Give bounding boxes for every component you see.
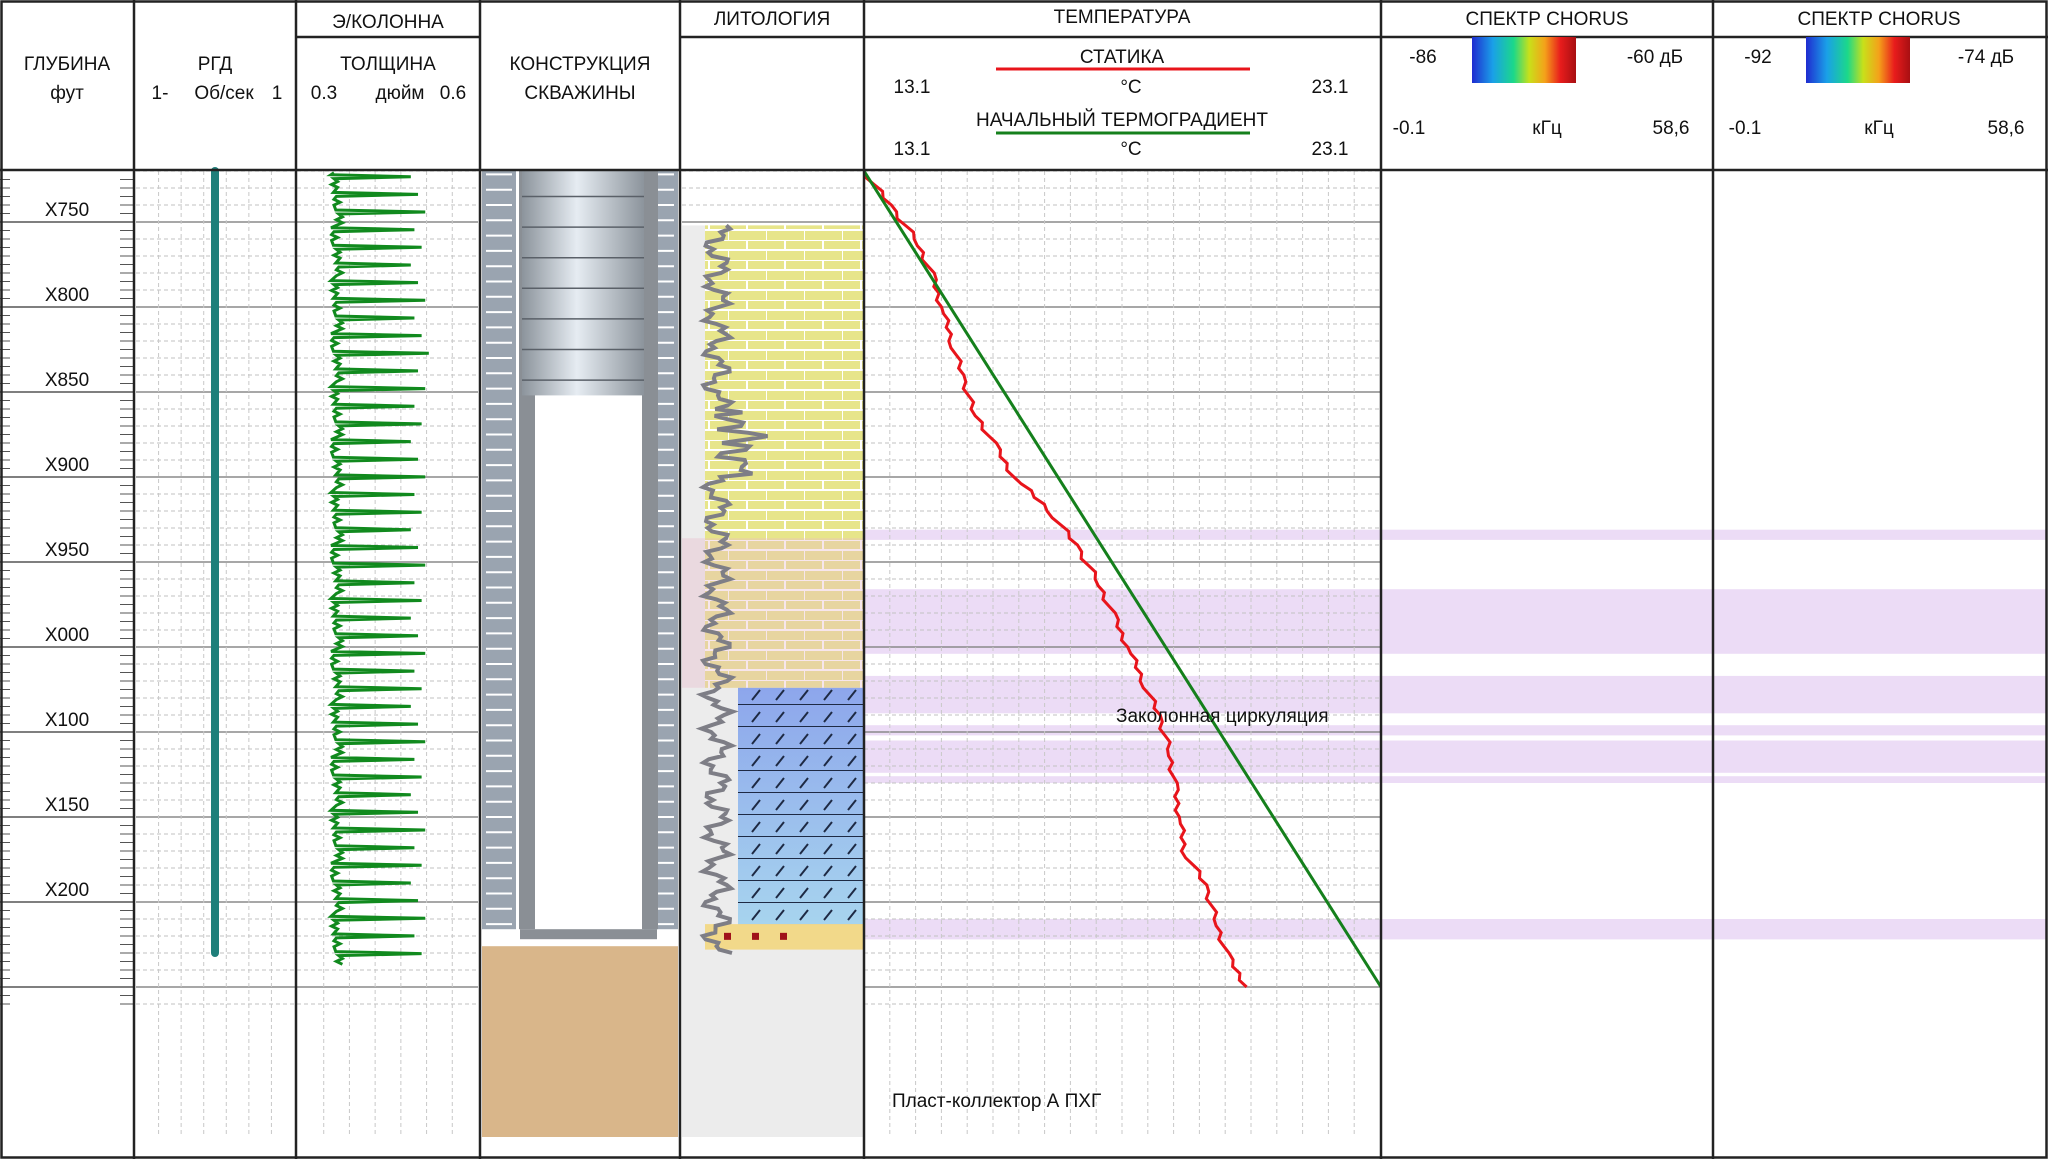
depth-label: X100 (45, 710, 89, 731)
casing-shoe (520, 929, 657, 940)
depth-title: ГЛУБИНА (24, 54, 111, 75)
chorus2-db-max: -74 дБ (1958, 47, 2014, 68)
chorus1-color-scale (1472, 37, 1576, 83)
chorus2-freq-unit: кГц (1864, 118, 1894, 139)
depth-label: X850 (45, 370, 89, 391)
chorus1-title: СПЕКТР CHORUS (1465, 9, 1628, 30)
static-unit: °C (1120, 77, 1141, 98)
temperature-group-title: ТЕМПЕРАТУРА (1054, 7, 1191, 28)
reservoir-dot (780, 932, 787, 940)
em-unit: дюйм (375, 83, 424, 104)
chorus1-freq-unit: кГц (1532, 118, 1562, 139)
construction-title-1: КОНСТРУКЦИЯ (510, 54, 651, 75)
depth-unit: фут (50, 83, 84, 104)
noise-zone-band (682, 725, 2047, 736)
chorus2-db-min: -92 (1744, 47, 1771, 68)
chorus2-title: СПЕКТР CHORUS (1797, 9, 1960, 30)
depth-label: X800 (45, 285, 89, 306)
noise-zone-band (682, 589, 2047, 654)
circulation-annotation: Заколонная циркуляция (1116, 706, 1329, 727)
rgd-max: 1 (272, 83, 283, 104)
lithology-track (682, 223, 863, 1137)
gradient-unit: °C (1120, 139, 1141, 160)
depth-label: X950 (45, 540, 89, 561)
chorus2-freq-min: -0.1 (1729, 118, 1762, 139)
chorus1-freq-min: -0.1 (1393, 118, 1426, 139)
lithology-title: ЛИТОЛОГИЯ (714, 9, 830, 30)
construction-title-2: СКВАЖИНЫ (524, 83, 635, 104)
static-min: 13.1 (894, 77, 931, 98)
depth-label: X900 (45, 455, 89, 476)
depth-label: X150 (45, 795, 89, 816)
static-title: СТАТИКА (1080, 47, 1165, 68)
em-group-title: Э/КОЛОННА (332, 12, 444, 33)
chorus2-freq-max: 58,6 (1988, 118, 2025, 139)
depth-label: X200 (45, 880, 89, 901)
noise-zone-band (682, 675, 2047, 714)
well-log-chart: X750 X800 X850 X900 X950 X000 X100 X150 X200 ГЛУ… (0, 0, 2048, 1159)
noise-zone-band (682, 776, 2047, 783)
em-title: ТОЛЩИНА (340, 54, 436, 75)
chorus1-db-max: -60 дБ (1627, 47, 1683, 68)
cement-left (482, 171, 516, 930)
rgd-unit: Об/сек (194, 83, 254, 104)
dolomite-pattern (738, 687, 863, 925)
em-min: 0.3 (311, 83, 337, 104)
static-max: 23.1 (1312, 77, 1349, 98)
sump-fill (482, 946, 678, 1137)
gradient-min: 13.1 (894, 139, 931, 160)
chorus1-db-min: -86 (1409, 47, 1436, 68)
gradient-title: НАЧАЛЬНЫЙ ТЕРМОГРАДИЕНТ (976, 109, 1268, 131)
gradient-max: 23.1 (1312, 139, 1349, 160)
reservoir-dot (752, 932, 759, 940)
rgd-title: РГД (198, 54, 233, 75)
depth-label: X000 (45, 625, 89, 646)
reservoir-annotation: Пласт-коллектор А ПХГ (892, 1091, 1101, 1112)
noise-zone-band (682, 529, 2047, 540)
tubing-string (522, 171, 644, 396)
depth-label: X750 (45, 200, 89, 221)
em-max: 0.6 (440, 83, 466, 104)
casing-right (642, 171, 658, 930)
chorus2-color-scale (1806, 37, 1910, 83)
rgd-min: 1- (152, 83, 169, 104)
reservoir-dot (724, 932, 731, 940)
chorus1-freq-max: 58,6 (1653, 118, 1690, 139)
noise-zone-band (682, 740, 2047, 773)
